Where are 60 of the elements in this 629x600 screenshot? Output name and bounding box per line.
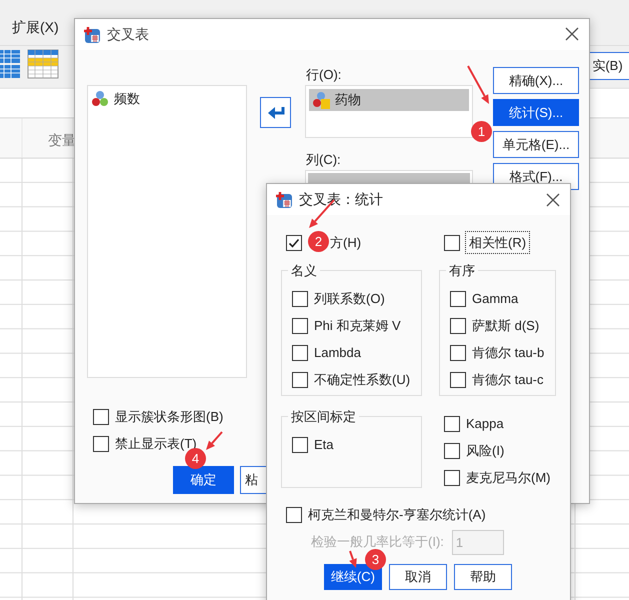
dialog-title: 交叉表：统计 (299, 190, 383, 209)
checkbox[interactable] (444, 470, 460, 486)
arrow-icon (266, 104, 284, 120)
close-icon[interactable] (546, 193, 560, 207)
checkbox[interactable] (286, 506, 302, 522)
close-icon[interactable] (565, 27, 579, 41)
dialog-button[interactable]: 帮助 (454, 564, 512, 590)
variable-item[interactable]: 频数 (88, 88, 246, 110)
nominal-variable-icon (312, 91, 330, 109)
checkbox[interactable] (444, 416, 460, 432)
checkbox-label: 肯德尔 tau-b (472, 344, 544, 362)
checkbox[interactable] (93, 408, 109, 424)
scale-variable-icon (91, 90, 109, 108)
dialog-button[interactable]: 继续(C) (324, 564, 382, 590)
checkbox[interactable] (292, 344, 308, 360)
checkbox-label: 柯克兰和曼特尔-亨塞尔统计(A) (308, 506, 486, 524)
column-header: 变量 (48, 131, 76, 150)
checkbox-label: Phi 和克莱姆 V (314, 316, 401, 335)
variable-item[interactable]: 药物 (309, 89, 469, 111)
checkbox-label: 不确定性系数(U) (314, 370, 410, 389)
checkbox-label: 列联系数(O) (314, 290, 385, 308)
checkbox[interactable] (292, 436, 308, 452)
field-label: 检验一般几率比等于(I): (311, 533, 444, 552)
dialog-title: 交叉表 (107, 25, 149, 44)
dialog-button[interactable]: 单元格(E)... (493, 131, 579, 158)
checkbox[interactable] (292, 290, 308, 306)
checkbox[interactable] (450, 344, 466, 360)
dialog-button[interactable]: 取消 (389, 564, 447, 590)
checkbox-label: Kappa (466, 414, 504, 433)
dialog-icon (275, 190, 293, 208)
menu-item[interactable]: 扩展(X) (12, 17, 59, 38)
checkbox[interactable] (93, 436, 109, 452)
checkbox-label: Lambda (314, 344, 361, 362)
dialog-button[interactable]: 确定 (173, 466, 234, 494)
checkbox-label: 萨默斯 d(S) (472, 316, 540, 335)
checkbox-label: 麦克尼马尔(M) (466, 468, 550, 487)
table-icon (27, 48, 59, 80)
move-button[interactable] (260, 97, 291, 128)
grid-icon (0, 48, 22, 80)
checkbox-label: Eta (314, 436, 334, 454)
dialog-icon (83, 26, 101, 44)
checkbox[interactable] (292, 372, 308, 388)
checkbox[interactable] (444, 442, 460, 458)
dialog-button[interactable]: 统计(S)... (493, 99, 579, 126)
checkbox[interactable] (450, 372, 466, 388)
check-icon (288, 236, 300, 248)
checkbox[interactable] (292, 318, 308, 334)
checkbox[interactable] (450, 290, 466, 306)
checkbox-label: 相关性(R) (466, 232, 530, 254)
checkbox[interactable] (450, 318, 466, 334)
checkbox-label: 肯德尔 tau-c (472, 370, 544, 389)
checkbox-label: 方(H) (330, 234, 362, 252)
field-label: 行(O): (306, 66, 342, 84)
checkbox[interactable] (444, 234, 460, 250)
dialog-button[interactable]: 精确(X)... (493, 67, 579, 94)
checkbox-label: 显示簇状条形图(B) (115, 408, 224, 426)
field-label: 列(C): (306, 151, 341, 169)
checkbox-label: Gamma (472, 290, 518, 308)
checkbox[interactable] (286, 234, 302, 250)
checkbox-label: 风险(I) (466, 442, 504, 460)
